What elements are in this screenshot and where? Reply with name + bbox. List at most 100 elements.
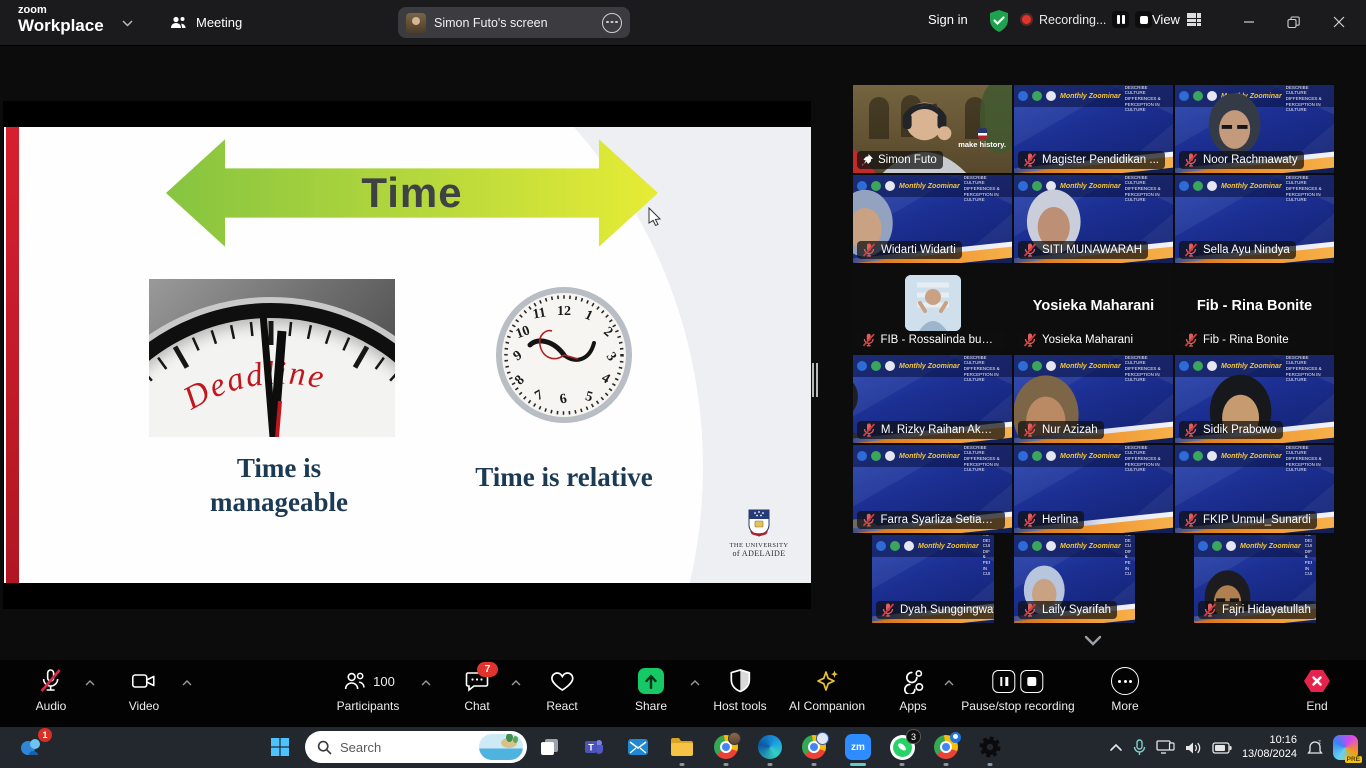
taskbar-widgets-icon[interactable]: 1 xyxy=(17,732,47,762)
participant-display-name: Yosieka Maharani xyxy=(1014,298,1173,314)
toolbar-chat-button[interactable]: 7Chat xyxy=(464,668,490,713)
participant-tile[interactable]: make history.Simon Futo xyxy=(853,85,1012,173)
participant-tile[interactable]: Monthly ZoominarTRAIT: A TOOL TO DESCRIB… xyxy=(853,355,1012,443)
stop-recording-button[interactable] xyxy=(1021,670,1044,693)
minimize-button[interactable] xyxy=(1228,0,1270,44)
tray-speaker-icon[interactable] xyxy=(1185,741,1202,755)
toolbar-participants-button[interactable]: 100Participants xyxy=(337,668,400,713)
tab-shared-screen[interactable]: Simon Futo's screen xyxy=(398,7,630,38)
stop-recording-icon[interactable] xyxy=(1135,11,1152,28)
pause-recording-icon[interactable] xyxy=(1112,11,1129,28)
participant-tile[interactable]: Monthly ZoominarTRAIT: A TOOL TO DESCRIB… xyxy=(1175,175,1334,263)
banner-subtitle: TRAIT: A TOOL TO DESCRIBE CULTURE DIFFER… xyxy=(1125,445,1169,473)
participant-tile[interactable]: Yosieka MaharaniYosieka Maharani xyxy=(1014,265,1173,353)
participant-tile[interactable]: Monthly ZoominarTRAIT: A TOOL TO DESCRIB… xyxy=(1175,355,1334,443)
tray-microphone-icon[interactable] xyxy=(1133,739,1146,756)
toolbar-react-button[interactable]: React xyxy=(546,668,577,713)
taskbar-app-explorer[interactable] xyxy=(667,732,697,762)
participant-name-label: SITI MUNAWARAH xyxy=(1018,241,1148,259)
participant-tile[interactable]: Monthly Zoominar TRAIT: A TOOL TO DESCRIB… xyxy=(1014,445,1173,533)
tray-display-icon[interactable] xyxy=(1156,740,1175,755)
scroll-down-button[interactable] xyxy=(1078,630,1108,650)
chat-badge: 7 xyxy=(477,662,498,677)
toolbar-participants-chevron[interactable] xyxy=(421,678,431,689)
participant-tile[interactable]: Monthly ZoominarTRAIT: A TOOL TO DESCRIB… xyxy=(1014,535,1135,623)
participant-name-label: Nur Azizah xyxy=(1018,421,1104,439)
toolbar-ai-button[interactable]: AI Companion xyxy=(789,668,865,713)
security-shield-icon[interactable] xyxy=(988,9,1010,33)
toolbar-chat-chevron[interactable] xyxy=(511,678,521,689)
sign-in-button[interactable]: Sign in xyxy=(928,12,968,27)
muted-mic-icon xyxy=(1183,152,1199,168)
tray-battery-icon[interactable] xyxy=(1212,742,1232,754)
participant-tile[interactable]: Monthly ZoominarTRAIT: A TOOL TO DESCRIB… xyxy=(872,535,994,623)
toolbar-more-button[interactable]: More xyxy=(1111,668,1139,713)
taskbar-app-mail[interactable] xyxy=(623,732,653,762)
toolbar-record-button[interactable]: Pause/stop recording xyxy=(961,668,1074,713)
title-bar: zoom Workplace Meeting Simon Futo's scre… xyxy=(0,0,1366,46)
apps-icon xyxy=(900,668,926,694)
participant-tile[interactable]: Fib - Rina BoniteFib - Rina Bonite xyxy=(1175,265,1334,353)
toolbar-share-chevron[interactable] xyxy=(690,678,700,689)
pin-icon xyxy=(861,153,874,167)
close-button[interactable] xyxy=(1318,0,1360,44)
tray-chevron-up-icon[interactable] xyxy=(1109,743,1123,752)
participant-name-label: Farra Syarliza Setiawan xyxy=(857,511,1005,529)
taskbar-app-zoom[interactable]: zm xyxy=(843,732,873,762)
taskbar-app-settings[interactable] xyxy=(975,732,1005,762)
muted-mic-icon xyxy=(1183,332,1199,348)
copilot-icon[interactable]: PRE xyxy=(1333,735,1358,760)
tab-meeting[interactable]: Meeting xyxy=(158,0,254,45)
taskbar-app-teams[interactable]: T xyxy=(579,732,609,762)
taskbar-app-chrome1[interactable] xyxy=(711,732,741,762)
toolbar-apps-button[interactable]: Apps xyxy=(899,668,926,713)
camera-icon xyxy=(131,668,157,694)
panel-resize-handle[interactable] xyxy=(812,363,820,397)
taskbar-clock[interactable]: 10:16 13/08/2024 xyxy=(1242,734,1297,762)
taskbar-app-taskview[interactable] xyxy=(535,732,565,762)
toolbar-apps-chevron[interactable] xyxy=(944,678,954,689)
tray-notifications-icon[interactable]: z xyxy=(1307,739,1323,756)
taskbar-app-edge[interactable] xyxy=(755,732,785,762)
restore-button[interactable] xyxy=(1272,0,1314,44)
participant-tile[interactable]: Monthly ZoominarTRAIT: A TOOL TO DESCRIB… xyxy=(853,175,1012,263)
participant-tile[interactable]: Monthly ZoominarTRAIT: A TOOL TO DESCRIB… xyxy=(1014,85,1173,173)
pause-recording-button[interactable] xyxy=(993,670,1016,693)
taskbar-app-whatsapp[interactable]: 3 xyxy=(887,732,917,762)
zoominar-banner: Monthly ZoominarTRAIT: A TOOL TO DESCRIB… xyxy=(1175,445,1334,467)
taskbar-app-start[interactable] xyxy=(265,732,295,762)
university-of-adelaide-logo: THE UNIVERSITY of ADELAIDE xyxy=(722,509,796,558)
participant-tile[interactable]: Monthly ZoominarTRAIT: A TOOL TO DESCRIB… xyxy=(1175,85,1334,173)
participant-tile[interactable]: Monthly ZoominarTRAIT: A TOOL TO DESCRIB… xyxy=(1194,535,1316,623)
banner-title: Monthly Zoominar xyxy=(1060,93,1121,100)
participant-tile[interactable]: Monthly ZoominarTRAIT: A TOOL TO DESCRIB… xyxy=(1014,175,1173,263)
toolbar-video-chevron[interactable] xyxy=(182,678,192,689)
banner-logo-icon xyxy=(1207,451,1217,461)
participants-icon xyxy=(341,668,367,694)
banner-title: Monthly Zoominar xyxy=(1221,453,1282,460)
banner-title: Monthly Zoominar xyxy=(1060,453,1121,460)
toolbar-host-button[interactable]: Host tools xyxy=(713,668,766,713)
toolbar-share-button[interactable]: Share xyxy=(635,668,667,713)
chevron-down-icon[interactable] xyxy=(122,18,133,30)
toolbar-video-button[interactable]: Video xyxy=(129,668,159,713)
zoom-app-window: zoom Workplace Meeting Simon Futo's scre… xyxy=(0,0,1366,768)
participant-tile[interactable]: Monthly ZoominarTRAIT: A TOOL TO DESCRIB… xyxy=(853,445,1012,533)
toolbar-audio-chevron[interactable] xyxy=(85,678,95,689)
more-options-icon[interactable] xyxy=(602,13,622,33)
participant-tile[interactable]: Monthly ZoominarTRAIT: A TOOL TO DESCRIB… xyxy=(1175,445,1334,533)
taskbar-search[interactable]: Search xyxy=(305,731,527,763)
toolbar-audio-button[interactable]: Audio xyxy=(36,668,67,713)
participant-name-label: FIB - Rossalinda budi ... xyxy=(857,331,1005,349)
toolbar-label: Host tools xyxy=(713,699,766,713)
taskbar-app-chrome3[interactable] xyxy=(931,732,961,762)
toolbar-end-button[interactable]: End xyxy=(1302,668,1332,713)
taskbar-app-chrome2[interactable] xyxy=(799,732,829,762)
view-button[interactable]: View xyxy=(1152,12,1202,27)
muted-mic-icon xyxy=(1022,332,1038,348)
profile-avatar xyxy=(905,275,961,331)
participant-tile[interactable]: FIB - Rossalinda budi ... xyxy=(853,265,1012,353)
banner-logo-icon xyxy=(890,541,900,551)
banner-logo-icon xyxy=(1193,451,1203,461)
participant-tile[interactable]: Monthly ZoominarTRAIT: A TOOL TO DESCRIB… xyxy=(1014,355,1173,443)
